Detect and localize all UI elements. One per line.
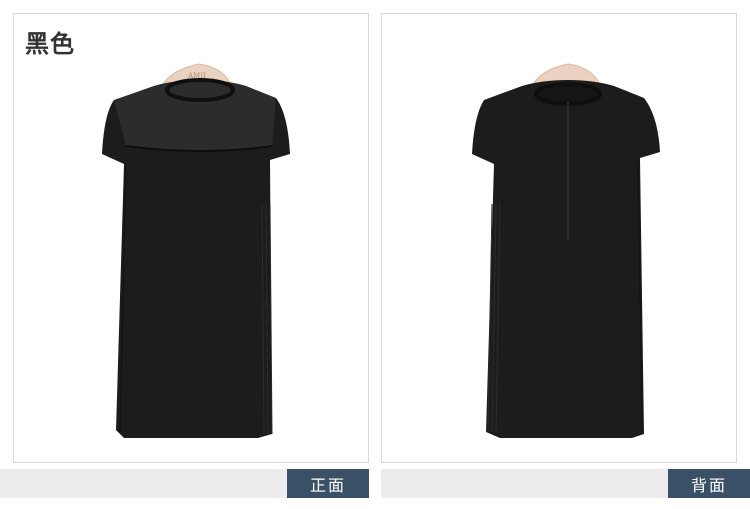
back-dress-image xyxy=(472,63,660,438)
front-view-panel: AMII 黑色 xyxy=(13,13,369,463)
back-view-panel xyxy=(381,13,737,463)
front-view-label: 正面 xyxy=(287,469,369,498)
back-view-label: 背面 xyxy=(668,469,750,498)
front-dress-image: AMII xyxy=(102,63,290,438)
color-name-title: 黑色 xyxy=(25,30,75,58)
